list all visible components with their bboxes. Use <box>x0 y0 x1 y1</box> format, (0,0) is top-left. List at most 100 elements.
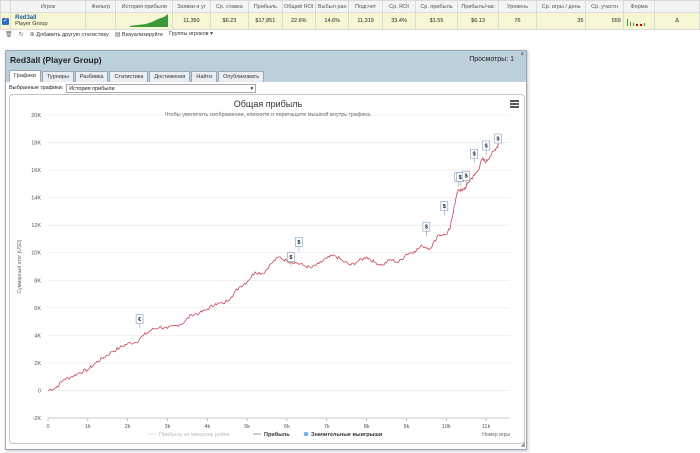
tab-item[interactable]: Опубликовать <box>218 71 265 82</box>
profit-cell: $17,851 <box>248 12 283 30</box>
trash-icon[interactable]: 🗑 <box>5 31 13 38</box>
form-sparkline <box>627 19 646 26</box>
graph-select-value: История прибыли <box>69 85 115 92</box>
tab-item[interactable]: Найти <box>191 71 218 82</box>
extra-cell[interactable]: Δ <box>654 12 700 30</box>
views-count: Просмотры: 1 <box>469 56 514 63</box>
graph-select[interactable]: История прибыли ▾ <box>66 83 257 93</box>
x-tick-label: 7k <box>324 424 330 430</box>
player-groups-dropdown[interactable]: Группы игроков ▾ <box>169 31 213 37</box>
x-tick-label: 0 <box>46 424 49 430</box>
y-tick-label: 10K <box>31 251 41 257</box>
column-header[interactable]: История прибыли <box>115 0 174 13</box>
itm-cell: 14.6% <box>314 12 350 30</box>
y-tick-label: 16K <box>31 168 41 174</box>
filter-cell <box>85 12 117 30</box>
avg-stake-cell: $6.23 <box>209 12 250 30</box>
plus-icon: ⊕ <box>29 31 35 38</box>
x-tick-label: 1k <box>85 424 91 430</box>
close-icon[interactable]: × <box>520 52 524 58</box>
level-cell: 76 <box>498 12 537 30</box>
graph-select-label: Выбранные графики: <box>9 85 64 91</box>
x-tick-label: 5k <box>244 424 250 430</box>
avg-field-cell: 559 <box>585 12 624 30</box>
x-tick-label: 6k <box>284 424 290 430</box>
column-header[interactable]: Ср. участн <box>585 0 624 13</box>
count-cell: 11,319 <box>348 12 383 30</box>
big-win-label: $ <box>289 255 292 261</box>
legend-bigwin-dot <box>303 431 309 437</box>
chart-title: Общая прибыль <box>234 99 303 109</box>
column-header[interactable]: Уровень <box>498 0 537 13</box>
modal-tabs: Графики Турниры Разбивка Статистика Достижен… <box>6 68 526 82</box>
graph-select-row: Выбранные графики: История прибыли ▾ <box>6 82 526 94</box>
games-per-day-cell: 35 <box>535 12 587 30</box>
visualize-label: Визуализируйте <box>121 31 164 38</box>
x-tick-label: 8k <box>364 424 370 430</box>
big-win-label: $ <box>443 204 446 210</box>
resize-grip-icon[interactable]: ◢ <box>520 441 525 448</box>
add-stat-label: Добавить другую статистику <box>36 31 109 38</box>
y-tick-label: -2K <box>32 416 41 422</box>
stats-table: Игрок Фильтр История прибыли Заявки и уг Ср.… <box>0 0 700 30</box>
profit-chart[interactable]: Общая прибыль Чтобы увеличить изображение… <box>9 94 525 444</box>
column-header[interactable]: Ср. ставка <box>209 0 250 13</box>
x-tick-label: 2k <box>125 424 131 430</box>
total-roi-cell: 22.6% <box>281 12 316 30</box>
chart-menu-icon[interactable] <box>510 100 519 108</box>
stats-toolbar: 🗑 ↻ ⊕ Добавить другую статистику ▤ Визуа… <box>0 29 700 39</box>
chevron-down-icon: ▾ <box>250 85 254 92</box>
profit-sparkline-cell <box>115 12 174 30</box>
column-header[interactable]: Заявки и уг <box>172 0 211 13</box>
column-header[interactable]: Подсчет <box>348 0 383 13</box>
entries-cell: 11,350 <box>172 12 211 30</box>
column-header[interactable]: Ср. ROI <box>381 0 417 13</box>
column-header[interactable] <box>0 0 12 13</box>
player-modal: Red3all (Player Group) Просмотры: 1 × Гр… <box>5 50 527 450</box>
x-tick-label: 10k <box>442 424 451 430</box>
avg-profit-cell: $1.55 <box>415 12 458 30</box>
check-icon[interactable]: ✓ <box>2 17 10 25</box>
x-tick-label: 3k <box>165 424 171 430</box>
chart-canvas[interactable]: Общая прибыль Чтобы увеличить изображение… <box>10 95 526 445</box>
y-axis-label: Суммарный итог (USD) <box>16 239 23 293</box>
legend-net-label: Прибыль за минусом рейка <box>159 431 230 438</box>
x-tick-label: 11k <box>482 424 491 430</box>
tab-item[interactable]: Статистика <box>109 71 149 82</box>
refresh-icon[interactable]: ↻ <box>19 31 24 38</box>
column-header[interactable]: Игрок <box>10 0 87 13</box>
column-header[interactable]: Прибыль/час <box>456 0 500 13</box>
big-win-label: $ <box>465 174 468 180</box>
column-header[interactable]: Прибыль <box>248 0 283 13</box>
column-header[interactable]: Фильтр <box>85 0 117 13</box>
column-header[interactable]: Ср. игры / день <box>535 0 587 13</box>
visualize-button[interactable]: ▤ Визуализируйте <box>115 31 163 38</box>
avg-roi-cell: 33.4% <box>381 12 417 30</box>
profit-line[interactable] <box>47 143 500 392</box>
player-group: Player Group <box>15 21 48 27</box>
row-checkbox[interactable]: ✓ <box>0 12 12 30</box>
profit-per-hour-cell: $6.13 <box>456 12 500 30</box>
big-win-label: $ <box>473 152 476 158</box>
column-header[interactable]: Форма <box>622 0 656 13</box>
column-header[interactable]: Ср. прибыль <box>415 0 458 13</box>
legend-profit-label: Прибыль <box>264 431 290 438</box>
add-stat-button[interactable]: ⊕ Добавить другую статистику <box>30 31 109 38</box>
chevron-down-icon: ▾ <box>210 31 213 37</box>
column-header[interactable] <box>654 0 700 13</box>
tab-item[interactable]: Достижения <box>149 71 191 82</box>
y-tick-label: 14K <box>31 196 41 202</box>
chart-subtitle: Чтобы увеличить изображение, кликните и … <box>164 111 372 118</box>
tab-item[interactable]: Графики <box>9 70 41 82</box>
player-cell[interactable]: Red3all Player Group <box>10 12 87 30</box>
column-header[interactable]: Выбыл ран <box>314 0 350 13</box>
form-cell <box>622 12 656 30</box>
table-row[interactable]: ✓ Red3all Player Group 11,350 $6.23 $17,8… <box>0 12 700 30</box>
y-tick-label: 12K <box>31 223 41 229</box>
big-win-label: $ <box>297 240 300 246</box>
tab-item[interactable]: Разбивка <box>74 71 109 82</box>
tab-item[interactable]: Турниры <box>41 71 74 82</box>
y-tick-label: 6K <box>34 306 41 312</box>
column-header[interactable]: Общий ROI <box>281 0 316 13</box>
chart-icon: ▤ <box>114 31 121 38</box>
